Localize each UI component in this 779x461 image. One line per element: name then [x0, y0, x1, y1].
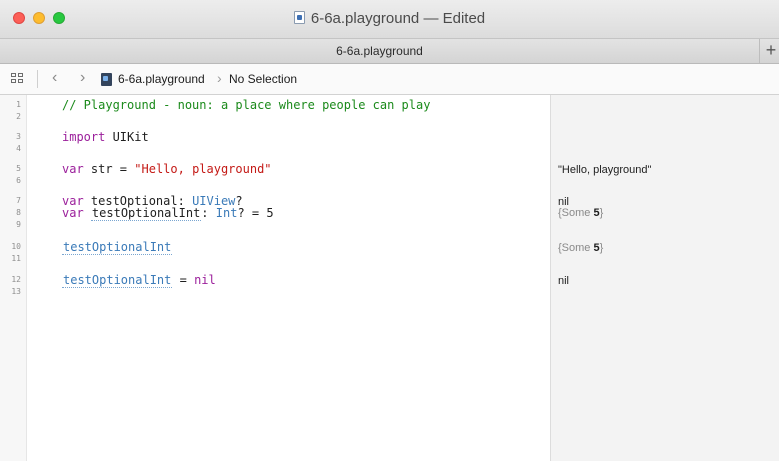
code-text: = — [172, 273, 195, 287]
breadcrumb-selection[interactable]: No Selection — [229, 72, 297, 86]
line-number: 12 — [11, 275, 21, 284]
line-number: 7 — [16, 196, 21, 205]
document-icon — [293, 11, 305, 24]
string-literal: "Hello, playground" — [134, 162, 272, 176]
line-number: 3 — [16, 132, 21, 141]
code-line-8[interactable]: var testOptionalInt: Int? = 5 — [62, 206, 274, 221]
identifier-token[interactable]: testOptionalInt — [90, 206, 202, 221]
window-title-text: 6-6a.playground — Edited — [310, 10, 486, 27]
line-number: 1 — [16, 100, 21, 109]
result-suffix: } — [599, 242, 604, 254]
line-number: 10 — [11, 242, 21, 251]
xcode-window: 6-6a.playground — Edited 6-6a.playground… — [0, 0, 779, 461]
result-line-8[interactable]: {Some 5} — [558, 207, 603, 219]
line-number: 8 — [16, 208, 21, 217]
line-number-gutter: 1 2 3 4 5 6 7 8 9 10 11 12 13 — [0, 95, 27, 461]
code-line-1[interactable]: // Playground - noun: a place where peop… — [62, 98, 430, 112]
result-prefix: {Some — [558, 207, 594, 219]
grid-icon[interactable] — [11, 73, 24, 85]
line-number: 13 — [11, 287, 21, 296]
code-text: str = — [83, 162, 135, 176]
code-line-12[interactable]: testOptionalInt = nil — [62, 273, 216, 288]
code-line-10[interactable]: testOptionalInt — [62, 240, 173, 255]
result-line-5[interactable]: "Hello, playground" — [558, 164, 651, 176]
results-sidebar — [550, 95, 779, 461]
title-bar: 6-6a.playground — Edited — [0, 0, 779, 39]
keyword: var — [62, 162, 84, 176]
code-line-5[interactable]: var str = "Hello, playground" — [62, 162, 272, 176]
result-suffix: } — [599, 207, 604, 219]
line-number: 2 — [16, 112, 21, 121]
add-tab-button[interactable]: + — [763, 39, 779, 63]
window-title: 6-6a.playground — Edited — [0, 10, 779, 27]
tab-bar: 6-6a.playground + — [0, 39, 779, 64]
forward-chevron-icon[interactable]: › — [80, 69, 85, 87]
line-number: 11 — [11, 254, 21, 263]
jump-bar-divider — [37, 70, 38, 88]
playground-file-icon — [101, 73, 112, 86]
keyword: import — [62, 130, 106, 144]
keyword: nil — [194, 273, 216, 287]
type-name: Int — [215, 206, 238, 220]
identifier-token[interactable]: testOptionalInt — [62, 240, 173, 255]
line-number: 6 — [16, 176, 21, 185]
result-prefix: {Some — [558, 242, 594, 254]
breadcrumb-file[interactable]: 6-6a.playground — [118, 72, 205, 86]
identifier-token[interactable]: testOptionalInt — [62, 273, 173, 288]
back-chevron-icon[interactable]: ‹ — [52, 69, 57, 87]
tab-playground[interactable]: 6-6a.playground — [0, 39, 760, 63]
code-text: ? = 5 — [237, 206, 274, 220]
code-line-3[interactable]: import UIKit — [62, 130, 149, 144]
keyword: var — [62, 206, 84, 220]
line-number: 9 — [16, 220, 21, 229]
line-number: 5 — [16, 164, 21, 173]
code-text: : — [201, 206, 216, 220]
result-line-12[interactable]: nil — [558, 275, 569, 287]
code-text: UIKit — [105, 130, 149, 144]
breadcrumb-separator: › — [217, 70, 222, 86]
line-number: 4 — [16, 144, 21, 153]
result-line-10[interactable]: {Some 5} — [558, 242, 603, 254]
jump-bar: ‹ › 6-6a.playground › No Selection — [0, 64, 779, 95]
